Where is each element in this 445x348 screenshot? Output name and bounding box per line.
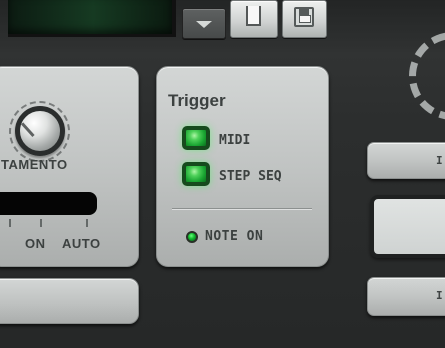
synth-panel: I I TAMENTO ON AUTO Trigger MIDI STEP SE… <box>0 0 445 348</box>
mode-tick <box>86 219 88 227</box>
note-on-led <box>186 231 198 243</box>
trigger-divider <box>172 208 312 209</box>
right-bottom-label-fragment: I <box>436 289 443 302</box>
right-top-label-fragment: I <box>436 154 443 167</box>
trigger-title: Trigger <box>168 91 226 110</box>
mode-tick <box>40 219 42 227</box>
right-bottom-panel <box>367 277 445 316</box>
midi-trigger-label: MIDI <box>219 133 251 148</box>
document-icon <box>246 6 261 26</box>
portamento-mode-auto[interactable]: AUTO <box>62 236 101 251</box>
right-top-panel <box>367 142 445 179</box>
new-document-button[interactable] <box>230 0 278 38</box>
triangle-down-icon <box>196 21 212 28</box>
pattern-down-button[interactable] <box>182 8 226 39</box>
floppy-disk-icon <box>294 7 314 27</box>
midi-trigger-button[interactable] <box>182 126 210 150</box>
note-on-label: NOTE ON <box>205 229 264 244</box>
portamento-mode-slot <box>0 192 97 215</box>
save-button[interactable] <box>282 0 327 38</box>
portamento-mode-on[interactable]: ON <box>25 236 46 251</box>
right-control-window[interactable] <box>370 195 445 258</box>
portamento-knob[interactable] <box>15 106 65 156</box>
portamento-label: TAMENTO <box>1 157 68 172</box>
mode-tick <box>9 219 11 227</box>
lower-left-panel <box>0 278 139 324</box>
step-seq-trigger-button[interactable] <box>182 162 210 186</box>
pattern-display <box>8 0 176 37</box>
step-seq-trigger-label: STEP SEQ <box>219 169 282 184</box>
